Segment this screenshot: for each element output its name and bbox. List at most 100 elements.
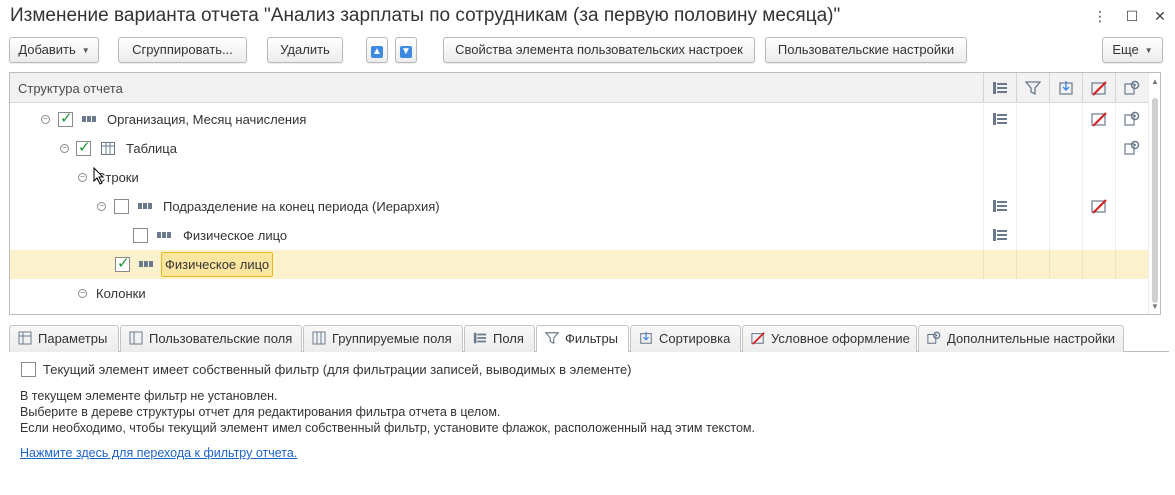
tree-row-selected[interactable]: ✓ Физическое лицо	[10, 250, 1148, 279]
tab-label: Дополнительные настройки	[947, 331, 1116, 346]
more-button[interactable]: Еще ▼	[1102, 37, 1163, 63]
row-checkbox[interactable]: ✓	[76, 139, 91, 156]
cell-fields	[983, 250, 1016, 279]
collapse-toggle[interactable]: −	[97, 202, 106, 211]
own-filter-checkbox[interactable]	[21, 362, 36, 377]
row-checkbox[interactable]	[133, 228, 148, 243]
tab-parameters[interactable]: Параметры	[9, 325, 119, 352]
tab-filters[interactable]: Фильтры	[536, 325, 629, 353]
delete-button[interactable]: Удалить	[267, 37, 343, 63]
fields-icon	[993, 229, 1007, 241]
tab-additional-settings[interactable]: Дополнительные настройки	[918, 325, 1124, 352]
cell-filter	[1016, 250, 1049, 279]
tree-row[interactable]: − Подразделение на конец периода (Иерарх…	[10, 192, 1148, 221]
cell-sort	[1049, 105, 1082, 134]
tab-grouped-fields[interactable]: Группируемые поля	[303, 325, 463, 352]
info-text-line: Выберите в дереве структуры отчет для ре…	[20, 405, 501, 419]
collapse-toggle[interactable]: −	[41, 115, 50, 124]
cell-settings	[1115, 105, 1148, 134]
cell-fields	[983, 192, 1016, 221]
cell-filter	[1016, 192, 1049, 221]
scrollbar-thumb[interactable]	[1152, 98, 1158, 303]
vertical-scrollbar[interactable]: ▲ ▼	[1148, 73, 1160, 314]
window-title: Изменение варианта отчета "Анализ зарпла…	[10, 5, 841, 26]
tab-label: Группируемые поля	[332, 331, 452, 346]
grouping-icon	[139, 261, 153, 267]
info-text-line: Если необходимо, чтобы текущий элемент и…	[20, 421, 755, 435]
tab-label: Поля	[493, 331, 524, 346]
tree-row[interactable]: Физическое лицо	[10, 221, 1148, 250]
tree-row[interactable]: − ✓ Таблица	[10, 134, 1148, 163]
row-checkbox[interactable]: ✓	[115, 255, 130, 272]
delete-button-label: Удалить	[280, 42, 330, 57]
go-to-report-filter-link[interactable]: Нажмите здесь для перехода к фильтру отч…	[20, 446, 297, 460]
maximize-icon[interactable]: ☐	[1121, 6, 1143, 26]
collapse-toggle[interactable]: −	[78, 289, 87, 298]
sort-icon	[640, 331, 652, 344]
cell-filter	[1016, 221, 1049, 250]
report-structure-tree[interactable]: Структура отчета − ✓ Организация, Месяц …	[9, 72, 1161, 315]
tab-label: Фильтры	[565, 331, 619, 346]
cell-sort	[1049, 192, 1082, 221]
col-settings-header[interactable]	[1115, 73, 1148, 103]
collapse-toggle[interactable]: −	[60, 144, 69, 153]
move-up-button[interactable]: ▲	[366, 37, 388, 63]
filters-panel: Текущий элемент имеет собственный фильтр…	[9, 352, 1169, 495]
tab-sorting[interactable]: Сортировка	[630, 325, 741, 352]
collapse-toggle[interactable]: −	[78, 173, 87, 182]
conditional-format-icon	[1091, 199, 1107, 214]
add-button-label: Добавить	[18, 42, 76, 57]
col-filter-header[interactable]	[1016, 73, 1049, 103]
user-fields-icon	[129, 331, 143, 345]
cell-sort	[1049, 163, 1082, 192]
grouping-icon	[138, 203, 152, 209]
tab-label: Условное оформление	[771, 331, 910, 346]
row-label: Таблица	[126, 141, 177, 156]
tree-row[interactable]: − ✓ Организация, Месяц начисления	[10, 105, 1148, 134]
move-down-button[interactable]: ▼	[395, 37, 417, 63]
dropdown-icon: ▼	[1144, 45, 1153, 55]
tree-row[interactable]: − Строки	[10, 163, 1148, 192]
fields-icon	[993, 200, 1007, 212]
tab-label: Параметры	[38, 331, 108, 346]
tab-user-fields[interactable]: Пользовательские поля	[120, 325, 302, 352]
own-filter-label: Текущий элемент имеет собственный фильтр…	[43, 362, 632, 377]
more-icon[interactable]: ⋮	[1089, 6, 1111, 26]
cell-fields	[983, 105, 1016, 134]
cell-settings	[1115, 250, 1148, 279]
row-checkbox[interactable]: ✓	[58, 110, 73, 127]
scroll-down-icon[interactable]: ▼	[1151, 302, 1159, 311]
settings-icon	[1124, 80, 1140, 95]
tree-row[interactable]: − Колонки	[10, 279, 1148, 308]
close-icon[interactable]: ✕	[1149, 6, 1171, 26]
arrow-up-icon: ▲	[371, 46, 383, 58]
scroll-up-icon[interactable]: ▲	[1151, 77, 1159, 86]
user-settings-button[interactable]: Пользовательские настройки	[765, 37, 967, 63]
tab-fields[interactable]: Поля	[464, 325, 535, 352]
fields-icon	[993, 113, 1007, 125]
fields-icon	[473, 332, 487, 344]
settings-icon	[1124, 111, 1140, 126]
fields-icon	[993, 82, 1007, 94]
conditional-format-icon	[1091, 112, 1107, 127]
title-bar: Изменение варианта отчета "Анализ зарпла…	[0, 0, 1175, 34]
mouse-cursor-icon	[93, 167, 105, 185]
group-button[interactable]: Сгруппировать...	[118, 37, 247, 63]
col-sort-header[interactable]	[1049, 73, 1082, 103]
row-label: Колонки	[96, 286, 146, 301]
row-label: Организация, Месяц начисления	[107, 112, 307, 127]
add-button[interactable]: Добавить ▼	[9, 37, 99, 63]
conditional-format-icon	[1091, 81, 1107, 96]
row-label-selected[interactable]: Физическое лицо	[161, 252, 274, 277]
toolbar: Добавить ▼ Сгруппировать... Удалить ▲ ▼ С…	[0, 37, 1175, 65]
more-button-label: Еще	[1112, 42, 1139, 57]
col-conditional-format-header[interactable]	[1082, 73, 1115, 103]
check-icon: ✓	[78, 139, 91, 156]
table-icon	[101, 142, 115, 155]
col-selected-fields-header[interactable]	[983, 73, 1016, 103]
row-checkbox[interactable]	[114, 199, 129, 214]
element-properties-button[interactable]: Свойства элемента пользовательских настр…	[443, 37, 755, 63]
tab-conditional-format[interactable]: Условное оформление	[742, 325, 917, 352]
grouping-icon	[82, 116, 96, 122]
filter-icon	[545, 332, 559, 345]
